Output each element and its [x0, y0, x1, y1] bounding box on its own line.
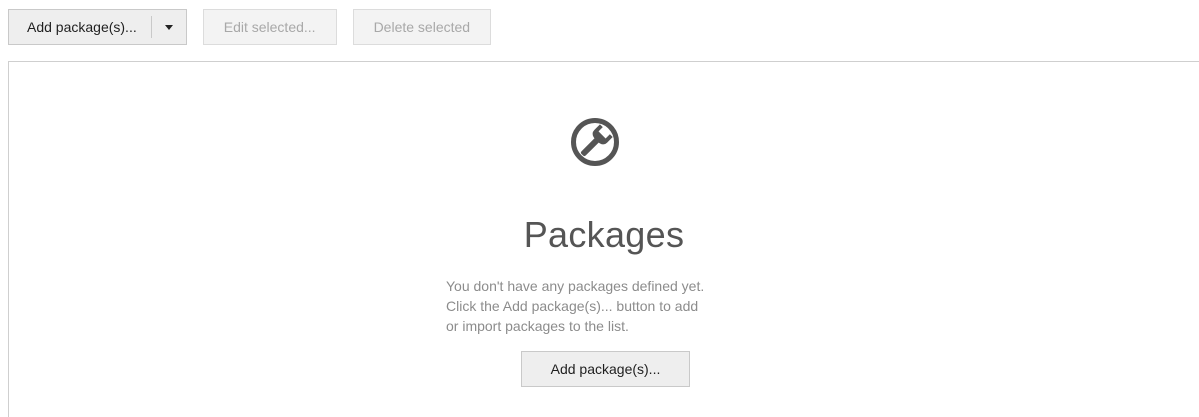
edit-selected-button[interactable]: Edit selected...	[202, 9, 337, 45]
add-packages-dropdown-button[interactable]	[152, 10, 186, 44]
description-line: or import packages to the list.	[446, 318, 629, 334]
description-line: Click the Add package(s)... button to ad…	[446, 298, 699, 314]
empty-state-title: Packages	[523, 214, 685, 255]
toolbar: Add package(s)... Edit selected... Delet…	[8, 8, 492, 46]
add-packages-split-button: Add package(s)...	[8, 9, 187, 45]
packages-list-panel: Packages You don't have any packages def…	[8, 61, 1199, 417]
empty-state-description: You don't have any packages defined yet.…	[446, 276, 786, 336]
description-line: You don't have any packages defined yet.	[446, 278, 705, 294]
empty-state-add-packages-button[interactable]: Add package(s)...	[521, 351, 690, 387]
add-packages-button[interactable]: Add package(s)...	[9, 10, 151, 44]
caret-down-icon	[164, 24, 173, 30]
delete-selected-button[interactable]: Delete selected	[352, 9, 492, 45]
wrench-icon	[570, 117, 620, 167]
